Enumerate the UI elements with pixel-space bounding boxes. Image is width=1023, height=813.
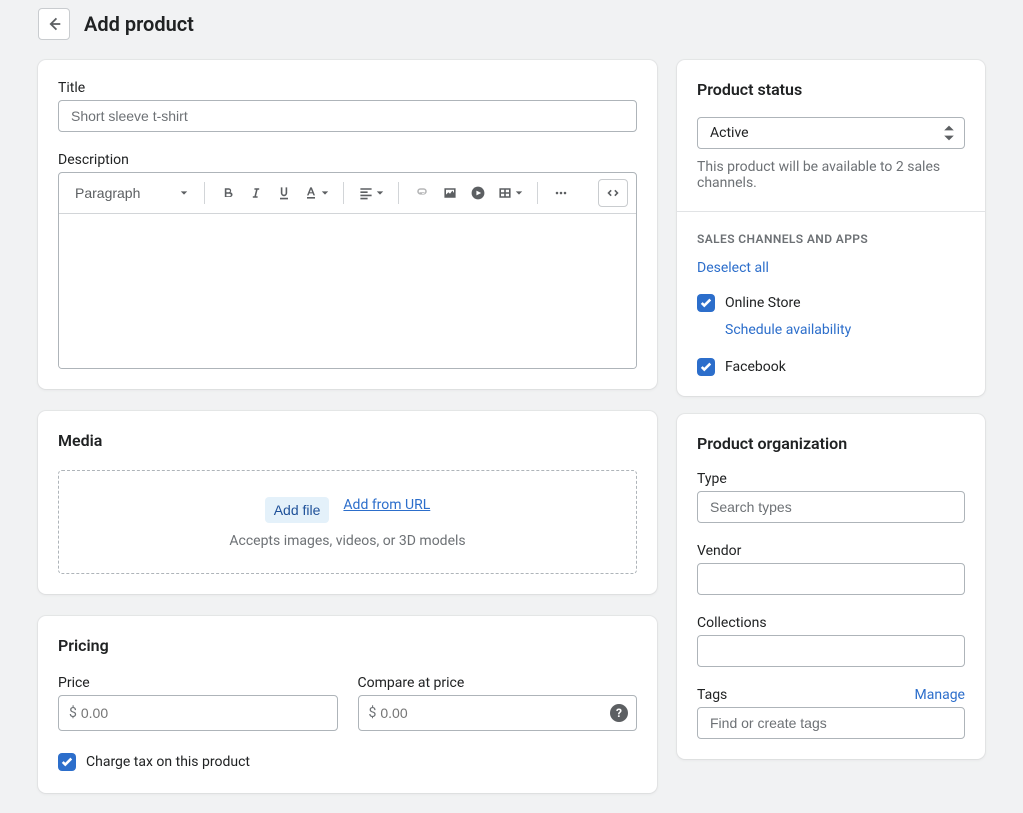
description-textarea[interactable]	[59, 214, 636, 368]
price-label: Price	[58, 675, 338, 691]
rte-toolbar: Paragraph	[59, 173, 636, 214]
collections-input[interactable]	[697, 635, 965, 667]
title-input[interactable]	[58, 100, 637, 132]
product-status-card: Product status Active This product will …	[677, 60, 985, 396]
separator	[398, 182, 399, 204]
charge-tax-label: Charge tax on this product	[86, 754, 250, 770]
dots-icon	[553, 185, 569, 201]
code-icon	[605, 185, 621, 201]
price-input-wrap: $	[58, 695, 338, 731]
facebook-checkbox[interactable]	[697, 358, 715, 376]
status-select[interactable]: Active	[697, 117, 965, 149]
status-heading: Product status	[697, 80, 965, 99]
pricing-heading: Pricing	[58, 636, 637, 655]
rte-link-button[interactable]	[409, 179, 435, 207]
rte-code-button[interactable]	[598, 179, 628, 207]
table-icon	[497, 185, 513, 201]
italic-icon	[248, 185, 264, 201]
channel-facebook-label: Facebook	[725, 359, 786, 375]
compare-input-wrap: $ ?	[358, 695, 638, 731]
status-help-text: This product will be available to 2 sale…	[697, 159, 965, 191]
rte-image-button[interactable]	[437, 179, 463, 207]
separator	[537, 182, 538, 204]
page-title: Add product	[84, 12, 194, 36]
rte-table-button[interactable]	[493, 179, 527, 207]
tags-label: Tags	[697, 687, 727, 703]
rte-format-select[interactable]: Paragraph	[67, 179, 194, 207]
help-icon[interactable]: ?	[610, 704, 628, 722]
media-heading: Media	[58, 431, 637, 450]
underline-icon	[276, 185, 292, 201]
media-card: Media Add file Add from URL Accepts imag…	[38, 411, 657, 594]
price-input[interactable]	[81, 705, 329, 721]
manage-tags-link[interactable]: Manage	[915, 687, 965, 703]
check-icon	[700, 297, 712, 309]
online-store-checkbox[interactable]	[697, 294, 715, 312]
chevron-down-icon	[321, 189, 329, 197]
align-left-icon	[358, 185, 374, 201]
vendor-input[interactable]	[697, 563, 965, 595]
image-icon	[442, 185, 458, 201]
rte-bold-button[interactable]	[215, 179, 241, 207]
deselect-all-link[interactable]: Deselect all	[697, 260, 769, 276]
chevron-down-icon	[515, 189, 523, 197]
chevron-down-icon	[376, 189, 384, 197]
link-icon	[414, 185, 430, 201]
separator	[204, 182, 205, 204]
media-dropzone[interactable]: Add file Add from URL Accepts images, vi…	[58, 470, 637, 574]
currency-symbol: $	[367, 705, 381, 721]
rte-format-label: Paragraph	[75, 185, 140, 201]
bold-icon	[220, 185, 236, 201]
page-header: Add product	[38, 8, 985, 40]
charge-tax-checkbox[interactable]	[58, 753, 76, 771]
title-label: Title	[58, 80, 637, 96]
tags-input[interactable]	[697, 707, 965, 739]
vendor-label: Vendor	[697, 543, 965, 559]
pricing-card: Pricing Price $ Compare at price	[38, 616, 657, 793]
back-button[interactable]	[38, 8, 70, 40]
currency-symbol: $	[67, 705, 81, 721]
add-from-url-link[interactable]: Add from URL	[343, 497, 430, 523]
description-label: Description	[58, 152, 637, 168]
type-input[interactable]	[697, 491, 965, 523]
play-circle-icon	[470, 185, 486, 201]
organization-heading: Product organization	[697, 434, 965, 453]
rte-color-button[interactable]	[299, 179, 333, 207]
chevron-down-icon	[180, 189, 188, 197]
schedule-availability-link[interactable]: Schedule availability	[725, 322, 851, 338]
check-icon	[61, 756, 73, 768]
check-icon	[700, 361, 712, 373]
product-organization-card: Product organization Type Vendor Collect…	[677, 414, 985, 759]
collections-label: Collections	[697, 615, 965, 631]
separator	[343, 182, 344, 204]
sales-channels-heading: SALES CHANNELS AND APPS	[697, 232, 965, 246]
media-hint: Accepts images, videos, or 3D models	[79, 533, 616, 549]
arrow-left-icon	[45, 15, 63, 33]
rte-video-button[interactable]	[465, 179, 491, 207]
title-description-card: Title Description Paragraph	[38, 60, 657, 389]
type-label: Type	[697, 471, 965, 487]
rte-italic-button[interactable]	[243, 179, 269, 207]
add-file-button[interactable]: Add file	[265, 497, 330, 523]
rte-underline-button[interactable]	[271, 179, 297, 207]
compare-at-input[interactable]	[380, 705, 610, 721]
channel-online-store-label: Online Store	[725, 295, 801, 311]
rte-align-button[interactable]	[354, 179, 388, 207]
compare-at-label: Compare at price	[358, 675, 638, 691]
text-color-icon	[303, 185, 319, 201]
rte-more-button[interactable]	[548, 179, 574, 207]
description-editor: Paragraph	[58, 172, 637, 369]
